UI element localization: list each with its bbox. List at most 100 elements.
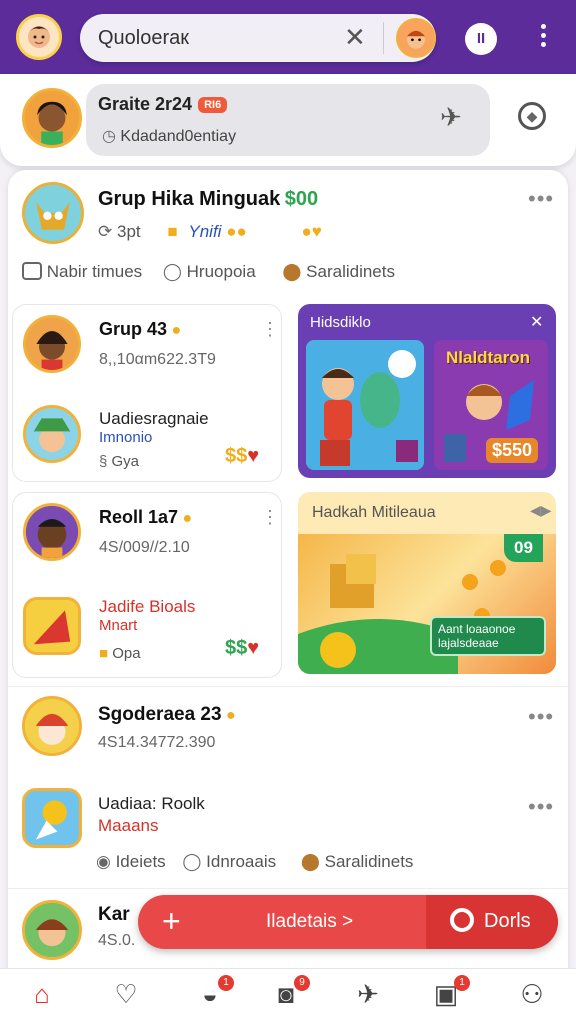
post-more-icon[interactable]: ••• <box>528 186 554 212</box>
action-save[interactable]: ⬤ Saralidinets <box>301 852 414 871</box>
action-save-label: Saralidinets <box>306 262 395 281</box>
promo-cta[interactable]: Aant loaaonoe lajalsdeaae <box>430 616 546 656</box>
card-more-icon[interactable]: ⋮ <box>261 319 280 340</box>
action-chat-label: Idnroaais <box>206 852 277 871</box>
action-row: ◉ Ideiets ◯ Idnroaais ⬤ Saralidinets <box>96 852 556 872</box>
item-stat-text: Opa <box>112 645 141 662</box>
profile-avatar[interactable] <box>22 88 82 148</box>
item-stat: ■ Opa <box>99 645 141 662</box>
home-icon[interactable]: ⌂ <box>24 979 60 1015</box>
bag-icon: ■ <box>99 645 109 662</box>
profile-avatar-art <box>25 91 79 145</box>
item-avatar <box>23 597 81 655</box>
floating-action-bar[interactable]: + Iladetais > Dorls <box>138 895 558 949</box>
post-avatar[interactable] <box>22 788 82 848</box>
coin-bag-icon: ⬤ <box>282 262 302 281</box>
rocket-icon[interactable]: ✈ <box>440 102 462 133</box>
chat-bubble-icon: ◯ <box>182 852 202 871</box>
promo-card-gold[interactable]: Hadkah Mitileaua ◀▶ 09 Aant loaaonoe laj… <box>298 492 556 674</box>
item-money: $$♥ <box>225 445 259 468</box>
user-avatar[interactable] <box>16 14 62 60</box>
chat-bubble-icon: ◯ <box>162 262 182 281</box>
card-value: 8,,10αm622.3T9 <box>99 351 216 368</box>
item-stat-text: Gya <box>111 453 140 470</box>
heart-icon: ♥ <box>247 445 260 467</box>
top-app-bar: Quoloeraк ✕ II <box>0 0 576 74</box>
profile-subtitle-text: Kdadand0entiay <box>120 128 237 145</box>
action-save[interactable]: ⬤ Saralidinets <box>282 262 395 281</box>
group-card[interactable]: Reoll 1a7 ● ⋮ 4S/009//2.10 Jadife Bioals… <box>12 492 282 678</box>
item-avatar <box>23 405 81 463</box>
promo-image: 09 Aant loaaonoe lajalsdeaae <box>298 534 556 674</box>
post-value: 4S.0. <box>98 932 136 949</box>
coin-icon: ● <box>226 707 236 724</box>
search-input[interactable]: Quoloeraк <box>98 27 189 50</box>
compass-icon[interactable]: ◆ <box>518 102 546 130</box>
nav-badge: 9 <box>294 975 310 991</box>
post-value: 4S14.34772.390 <box>98 734 216 751</box>
item-money: $$♥ <box>225 637 259 660</box>
promo-cta-line2: lajalsdeaae <box>438 636 499 650</box>
group-card[interactable]: Grup 43 ● ⋮ 8,,10αm622.3T9 Uadiesragnaie… <box>12 304 282 482</box>
search-icon <box>450 908 474 932</box>
rocket-icon[interactable]: ✈ <box>350 979 386 1015</box>
more-vertical-icon[interactable] <box>540 24 548 51</box>
bag-icon: ■ <box>167 222 178 241</box>
post-avatar[interactable] <box>22 182 84 244</box>
link-icon: § <box>99 453 108 470</box>
post-title: Kar <box>98 904 130 925</box>
promo-price: $550 <box>486 438 539 463</box>
search-go-button[interactable]: Dorls <box>426 895 558 949</box>
item-money-text: $$ <box>225 445 248 467</box>
card-avatar <box>23 315 81 373</box>
profile-name-text: Graite 2r24 <box>98 94 193 114</box>
coin-bag-icon: ⬤ <box>300 852 320 871</box>
nav-badge: 1 <box>218 975 234 991</box>
coins-icon: ●● <box>226 222 247 241</box>
item-avatar-art <box>26 600 78 652</box>
search-avatar[interactable] <box>396 18 436 58</box>
action-chat[interactable]: ◯ Hruopoia <box>163 262 256 281</box>
heart-icon[interactable]: ♡ <box>108 979 144 1015</box>
close-icon[interactable]: ✕ <box>530 312 543 332</box>
bottom-nav: ⌂ ♡ ◒ 1 ◙ 9 ✈ ▣ 1 ⚇ <box>0 968 576 1024</box>
coin-icon: ● <box>171 322 182 339</box>
card-title-text: Reoll 1a7 <box>99 507 179 527</box>
post-avatar[interactable] <box>22 696 82 756</box>
search-go-label: Dorls <box>484 910 531 932</box>
profile-pill[interactable]: Graite 2r24 RI6 ◷ Kdadand0entiay ✈ <box>86 84 490 156</box>
card-title-text: Grup 43 <box>99 319 168 339</box>
card-value: 4S/009//2.10 <box>99 539 190 556</box>
promo-image-left <box>306 340 424 470</box>
share-icon[interactable]: ◀▶ <box>530 502 552 519</box>
details-button[interactable]: Iladetais > <box>266 911 353 933</box>
profile-subtitle: ◷ Kdadand0entiay <box>102 126 236 146</box>
pause-button[interactable]: II <box>465 23 497 55</box>
item-title: Uadiesragnaie <box>99 409 209 428</box>
post-avatar-art <box>25 791 79 845</box>
gift-icon[interactable]: ▣ 1 <box>428 975 470 1015</box>
action-comment[interactable]: Nabir timues <box>22 262 142 281</box>
action-comment-label: Nabir timues <box>46 262 143 281</box>
profile-icon[interactable]: ⚇ <box>514 979 550 1015</box>
camera-icon[interactable]: ◙ 9 <box>268 975 310 1015</box>
action-views[interactable]: ◉ Ideiets <box>96 852 166 871</box>
post-title-text: Sgoderaea 23 <box>98 704 222 725</box>
post-more-icon[interactable]: ••• <box>528 794 554 820</box>
card-avatar-art <box>26 506 78 558</box>
add-button[interactable]: + <box>162 903 181 940</box>
divider <box>8 686 568 687</box>
action-chat[interactable]: ◯ Idnroaais <box>182 852 276 871</box>
search-bar[interactable]: Quoloeraк ✕ <box>80 14 436 62</box>
action-row: Nabir timues ◯ Hruopoia ⬤ Saralidinets <box>22 262 562 282</box>
action-save-label: Saralidinets <box>324 852 414 871</box>
card-more-icon[interactable]: ⋮ <box>261 507 280 528</box>
close-icon[interactable]: ✕ <box>344 22 366 53</box>
post-more-icon[interactable]: ••• <box>528 704 554 730</box>
promo-card-purple[interactable]: Hidsdiklo ✕ Nlaldtaron $550 <box>298 304 556 478</box>
heart-coin-icon: ●♥ <box>301 222 322 241</box>
bell-icon[interactable]: ◒ 1 <box>192 975 234 1015</box>
profile-name: Graite 2r24 RI6 <box>98 94 228 115</box>
post-stat-1: 3pt <box>116 222 141 241</box>
post-avatar[interactable] <box>22 900 82 960</box>
